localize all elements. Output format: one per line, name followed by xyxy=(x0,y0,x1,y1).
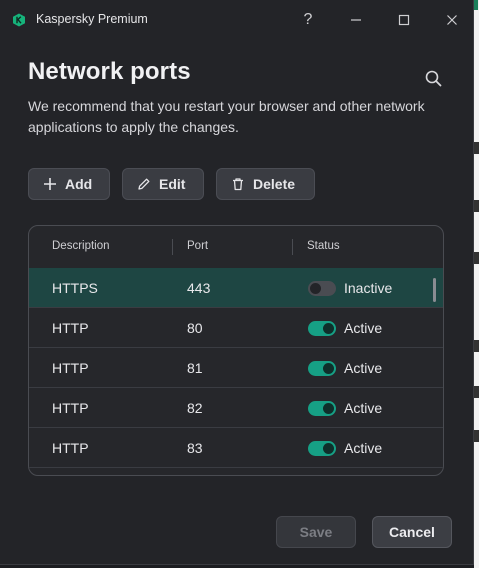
trash-icon xyxy=(233,178,243,191)
row-status: Active xyxy=(344,400,383,416)
delete-button[interactable]: Delete xyxy=(216,168,315,200)
minimize-button[interactable] xyxy=(346,10,366,30)
status-toggle[interactable] xyxy=(308,441,336,456)
pencil-icon xyxy=(138,178,150,190)
row-description: HTTP xyxy=(52,360,89,376)
table-row[interactable]: HTTP 80 Active xyxy=(29,308,443,348)
background-text-fragment xyxy=(474,200,479,212)
ports-table: Description Port Status HTTPS 443 Inacti… xyxy=(28,225,444,476)
close-button[interactable] xyxy=(442,10,462,30)
toggle-knob xyxy=(323,403,334,414)
cancel-button[interactable]: Cancel xyxy=(372,516,452,548)
background-text-fragment xyxy=(474,252,479,264)
plus-icon xyxy=(44,178,56,190)
status-toggle[interactable] xyxy=(308,361,336,376)
column-header-description[interactable]: Description xyxy=(52,240,110,252)
close-icon xyxy=(447,15,457,25)
column-divider[interactable] xyxy=(172,239,173,255)
kaspersky-logo-icon xyxy=(13,13,25,27)
row-port: 83 xyxy=(187,440,203,456)
row-port: 81 xyxy=(187,360,203,376)
column-divider[interactable] xyxy=(292,239,293,255)
row-description: HTTP xyxy=(52,320,89,336)
search-icon[interactable] xyxy=(423,68,445,90)
table-row[interactable]: HTTP 82 Active xyxy=(29,388,443,428)
help-button[interactable]: ? xyxy=(298,10,318,30)
background-text-fragment xyxy=(474,340,479,352)
status-toggle[interactable] xyxy=(308,401,336,416)
row-description: HTTP xyxy=(52,440,89,456)
row-description: HTTP xyxy=(52,400,89,416)
delete-button-label: Delete xyxy=(253,176,296,192)
minimize-icon xyxy=(351,19,361,21)
save-button[interactable]: Save xyxy=(276,516,356,548)
row-description: HTTPS xyxy=(52,280,98,296)
column-header-port[interactable]: Port xyxy=(187,240,208,252)
row-port: 443 xyxy=(187,280,211,296)
toggle-knob xyxy=(323,443,334,454)
background-text-fragment xyxy=(474,142,479,154)
window-title: Kaspersky Premium xyxy=(36,12,148,26)
row-port: 80 xyxy=(187,320,203,336)
edit-button-label: Edit xyxy=(159,176,186,192)
edit-button[interactable]: Edit xyxy=(122,168,204,200)
row-status: Inactive xyxy=(344,280,393,296)
toggle-knob xyxy=(323,323,334,334)
title-bar[interactable]: Kaspersky Premium ? xyxy=(0,0,474,40)
page-title: Network ports xyxy=(28,58,191,85)
status-toggle[interactable] xyxy=(308,281,336,296)
row-status: Active xyxy=(344,360,383,376)
add-button[interactable]: Add xyxy=(28,168,110,200)
table-row[interactable]: HTTP 83 Active xyxy=(29,428,443,468)
column-header-status[interactable]: Status xyxy=(307,240,340,252)
background-text-fragment xyxy=(474,386,479,398)
toggle-knob xyxy=(310,283,321,294)
table-row[interactable]: HTTPS 443 Inactive xyxy=(29,268,443,308)
add-button-label: Add xyxy=(65,176,93,192)
page-description: We recommend that you restart your brows… xyxy=(28,98,425,135)
table-row[interactable]: HTTP 81 Active xyxy=(29,348,443,388)
toggle-knob xyxy=(323,363,334,374)
maximize-button[interactable] xyxy=(394,10,414,30)
table-scrollbar[interactable] xyxy=(433,278,436,302)
background-text-fragment xyxy=(474,430,479,442)
status-toggle[interactable] xyxy=(308,321,336,336)
table-header: Description Port Status xyxy=(29,226,443,269)
row-status: Active xyxy=(344,320,383,336)
maximize-icon xyxy=(398,14,410,26)
row-status: Active xyxy=(344,440,383,456)
row-port: 82 xyxy=(187,400,203,416)
help-icon: ? xyxy=(303,11,313,28)
background-app-icon xyxy=(474,0,478,10)
background-window-edge xyxy=(474,0,479,568)
kaspersky-window: Kaspersky Premium ? Network ports We rec… xyxy=(0,0,474,565)
